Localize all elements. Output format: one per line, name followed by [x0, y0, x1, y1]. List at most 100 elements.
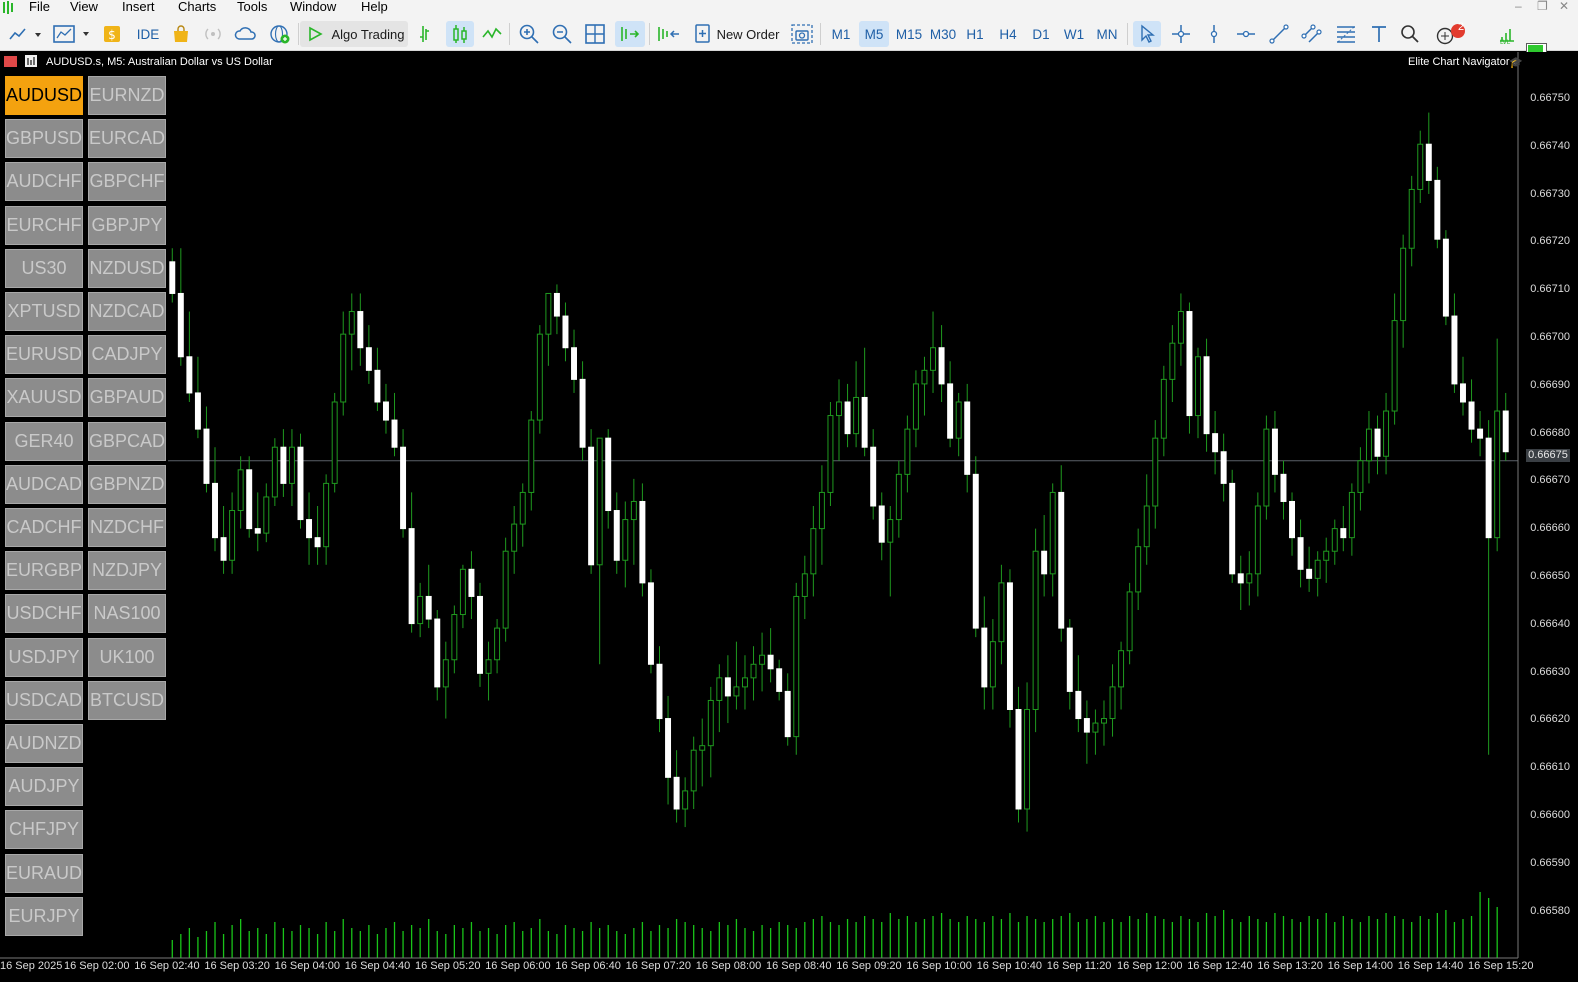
symbol-button-btcusd[interactable]: BTCUSD: [88, 680, 166, 720]
symbol-button-euraud[interactable]: EURAUD: [5, 853, 83, 893]
timeframe-m5[interactable]: M5: [859, 21, 889, 47]
vps-globe-icon[interactable]: [268, 21, 292, 47]
candlestick-chart-icon[interactable]: [446, 21, 474, 47]
candle: [229, 492, 236, 574]
symbol-button-nzdjpy[interactable]: NZDJPY: [88, 551, 166, 591]
symbol-button-audusd[interactable]: AUDUSD: [5, 76, 83, 115]
menu-charts[interactable]: Charts: [178, 0, 216, 16]
ide-button[interactable]: IDE: [133, 21, 163, 47]
symbol-button-cadjpy[interactable]: CADJPY: [88, 335, 166, 375]
symbol-button-audjpy[interactable]: AUDJPY: [5, 767, 83, 807]
symbol-button-nzdchf[interactable]: NZDCHF: [88, 508, 166, 547]
vertical-line-icon[interactable]: [1203, 21, 1225, 47]
autoscroll-icon[interactable]: [615, 21, 645, 47]
symbol-button-chfjpy[interactable]: CHFJPY: [5, 810, 83, 850]
menu-window[interactable]: Window: [290, 0, 336, 16]
price-chart[interactable]: [0, 52, 1578, 982]
new-order-button[interactable]: New Order: [690, 21, 782, 47]
cloud-icon[interactable]: [234, 21, 258, 47]
candle: [1186, 302, 1193, 434]
level-icon[interactable]: LVL: [1496, 21, 1518, 47]
symbol-button-ger40[interactable]: GER40: [5, 421, 83, 461]
symbol-button-gbpnzd[interactable]: GBPNZD: [88, 464, 166, 504]
symbol-button-eurcad[interactable]: EURCAD: [88, 119, 166, 159]
restore-icon[interactable]: ❐: [1537, 0, 1548, 13]
candle: [237, 456, 244, 529]
menu-tools[interactable]: Tools: [237, 0, 267, 16]
timeframe-d1[interactable]: D1: [1028, 21, 1054, 47]
symbol-button-us30[interactable]: US30: [5, 248, 83, 288]
trendline-icon[interactable]: [1267, 21, 1291, 47]
symbol-button-usdcad[interactable]: USDCAD: [5, 680, 83, 720]
symbol-button-xptusd[interactable]: XPTUSD: [5, 292, 83, 331]
cursor-icon[interactable]: [1133, 21, 1161, 47]
text-tool-icon[interactable]: [1368, 21, 1390, 47]
symbol-button-gbpcad[interactable]: GBPCAD: [88, 421, 166, 461]
candle: [177, 248, 184, 366]
candle: [989, 619, 996, 710]
symbol-button-nas100[interactable]: NAS100: [88, 594, 166, 634]
timeframe-w1[interactable]: W1: [1060, 21, 1088, 47]
fibonacci-icon[interactable]: [1333, 21, 1359, 47]
candle: [622, 501, 629, 588]
chart-template-dropdown[interactable]: [50, 21, 94, 47]
candle: [536, 325, 543, 434]
dollar-icon[interactable]: $: [102, 21, 122, 47]
timeframe-h1[interactable]: H1: [962, 21, 988, 47]
zoom-out-icon[interactable]: [549, 21, 575, 47]
channel-icon[interactable]: [1299, 21, 1325, 47]
symbol-button-eurusd[interactable]: EURUSD: [5, 335, 83, 375]
symbol-button-cadchf[interactable]: CADCHF: [5, 508, 83, 547]
menu-view[interactable]: View: [70, 0, 98, 16]
market-bag-icon[interactable]: [170, 21, 192, 47]
algo-trading-button[interactable]: Algo Trading: [300, 21, 408, 47]
menu-grid-icon[interactable]: [4, 56, 17, 67]
tile-windows-icon[interactable]: [582, 21, 608, 47]
symbol-button-gbpusd[interactable]: GBPUSD: [5, 119, 83, 159]
line-chart-type-icon[interactable]: [480, 21, 504, 47]
menu-file[interactable]: File: [29, 0, 50, 16]
timeframe-m1[interactable]: M1: [826, 21, 856, 47]
symbol-button-eurgbp[interactable]: EURGBP: [5, 551, 83, 591]
bar-chart-icon[interactable]: [416, 21, 438, 47]
candle: [1212, 411, 1219, 475]
symbol-button-audnzd[interactable]: AUDNZD: [5, 724, 83, 763]
symbol-button-nzdusd[interactable]: NZDUSD: [88, 248, 166, 288]
timeframe-m15[interactable]: M15: [892, 21, 926, 47]
zoom-in-icon[interactable]: [516, 21, 542, 47]
symbol-button-xauusd[interactable]: XAUUSD: [5, 378, 83, 418]
menu-help[interactable]: Help: [361, 0, 388, 16]
signals-icon[interactable]: [201, 21, 225, 47]
chart-shift-icon[interactable]: [654, 21, 682, 47]
candle: [271, 438, 278, 506]
minimize-icon[interactable]: –: [1515, 0, 1522, 13]
symbol-button-audchf[interactable]: AUDCHF: [5, 162, 83, 202]
symbol-button-uk100[interactable]: UK100: [88, 637, 166, 677]
horizontal-line-icon[interactable]: [1234, 21, 1258, 47]
symbol-button-gbpaud[interactable]: GBPAUD: [88, 378, 166, 418]
chart-type-dropdown[interactable]: [5, 21, 45, 47]
screenshot-icon[interactable]: [789, 21, 815, 47]
symbol-button-audcad[interactable]: AUDCAD: [5, 464, 83, 504]
menu-insert[interactable]: Insert: [122, 0, 155, 16]
current-price-label: 0.66675: [1526, 449, 1570, 462]
candle: [1015, 686, 1022, 823]
search-icon[interactable]: [1398, 21, 1422, 47]
symbol-button-eurchf[interactable]: EURCHF: [5, 205, 83, 245]
symbol-button-usdjpy[interactable]: USDJPY: [5, 637, 83, 677]
symbol-button-gbpchf[interactable]: GBPCHF: [88, 162, 166, 202]
candle: [212, 447, 218, 552]
symbol-button-eurnzd[interactable]: EURNZD: [88, 76, 166, 115]
timeframe-m30[interactable]: M30: [927, 21, 959, 47]
symbol-button-eurjpy[interactable]: EURJPY: [5, 896, 83, 936]
chart-window[interactable]: AUDUSD.s, M5: Australian Dollar vs US Do…: [0, 52, 1578, 982]
notifications-icon[interactable]: 2: [1430, 21, 1470, 47]
timeframe-mn[interactable]: MN: [1092, 21, 1122, 47]
timeframe-h4[interactable]: H4: [995, 21, 1021, 47]
crosshair-icon[interactable]: [1168, 21, 1194, 47]
symbol-button-usdchf[interactable]: USDCHF: [5, 594, 83, 634]
symbol-button-gbpjpy[interactable]: GBPJPY: [88, 205, 166, 245]
symbol-button-nzdcad[interactable]: NZDCAD: [88, 292, 166, 331]
candle: [417, 582, 424, 638]
close-icon[interactable]: ✕: [1559, 0, 1569, 13]
